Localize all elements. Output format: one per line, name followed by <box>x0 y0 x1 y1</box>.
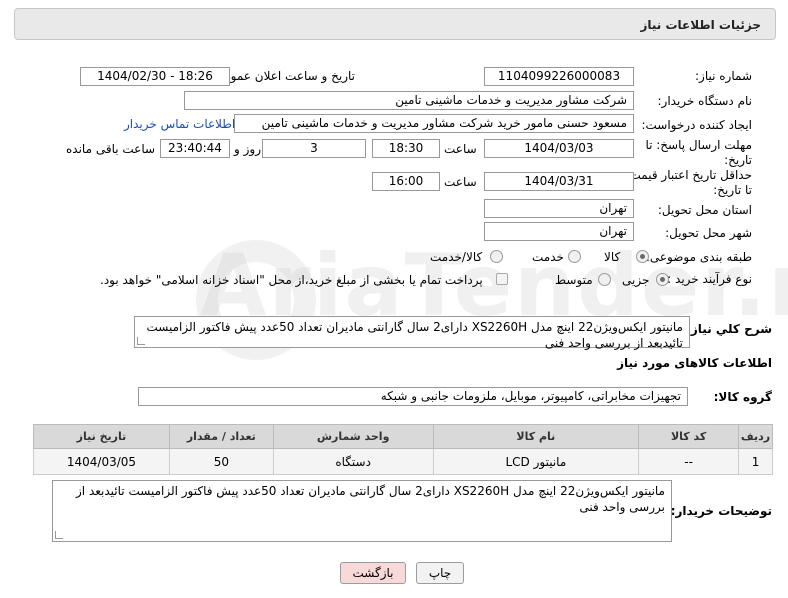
cell-item-code: -- <box>638 448 740 475</box>
description-text: مانیتور ایکس‌ویژن22 اینچ مدل XS2260H دار… <box>146 320 683 350</box>
buyer-org-label: نام دستگاه خریدار: <box>657 94 753 108</box>
col-header-unit: واحد شمارش <box>272 424 434 449</box>
category-radio-service[interactable] <box>568 250 581 263</box>
resize-handle-icon[interactable] <box>137 337 145 345</box>
contact-info-link[interactable]: اطلاعات تماس خریدار <box>124 117 235 131</box>
need-number-field: 1104099226000083 <box>484 67 634 86</box>
buyer-org-field: شرکت مشاور مدیریت و خدمات ماشینی تامین <box>184 91 634 110</box>
cell-item-name: مانیتور LCD <box>432 448 640 475</box>
description-textarea[interactable]: مانیتور ایکس‌ویژن22 اینچ مدل XS2260H دار… <box>134 316 690 350</box>
need-number-label: شماره نیاز: <box>695 69 752 83</box>
announce-field: 1404/02/30 - 18:26 <box>80 67 230 86</box>
buyer-notes-textarea[interactable]: مانیتور ایکس‌ویژن22 اینچ مدل XS2260H دار… <box>52 480 672 542</box>
resize-handle-icon[interactable] <box>55 531 63 539</box>
price-validity-time-label: ساعت <box>444 175 477 189</box>
treasury-payment-note: پرداخت تمام یا بخشی از مبلغ خرید،از محل … <box>100 273 483 287</box>
buyer-notes-text: مانیتور ایکس‌ویژن22 اینچ مدل XS2260H دار… <box>76 484 665 514</box>
requester-field: مسعود حسنی مامور خرید شرکت مشاور مدیریت … <box>234 114 634 133</box>
cell-quantity: 50 <box>168 448 274 475</box>
col-header-item-name: نام کالا <box>432 424 640 449</box>
category-option-service: خدمت <box>532 250 564 264</box>
buyer-notes-label: توضیحات خریدار: <box>670 504 772 518</box>
announce-label: تاریخ و ساعت اعلان عمومی: <box>210 69 355 83</box>
city-field: تهران <box>484 222 634 241</box>
col-header-item-code: کد کالا <box>638 424 740 449</box>
category-option-goods: کالا <box>604 250 621 264</box>
days-field: 3 <box>262 139 366 158</box>
remaining-time-field: 23:40:44 <box>160 139 230 158</box>
col-header-quantity: تعداد / مقدار <box>168 424 274 449</box>
header-panel: جزئیات اطلاعات نیاز <box>14 8 776 40</box>
description-label: شرح کلي نياز: <box>686 322 772 336</box>
deadline-time-label: ساعت <box>444 142 477 156</box>
price-validity-label: حداقل تاریخ اعتبار قیمت: تا تاریخ: <box>625 168 752 197</box>
category-option-goods-service: کالا/خدمت <box>430 250 483 264</box>
days-label: روز و <box>234 142 261 156</box>
goods-group-field: تجهیزات مخابراتی، کامپیوتر، موبایل، ملزو… <box>138 387 688 406</box>
price-validity-time-field: 16:00 <box>372 172 440 191</box>
deadline-label: مهلت ارسال پاسخ: تا تاریخ: <box>645 138 752 167</box>
goods-table: ردیف کد کالا نام کالا واحد شمارش تعداد /… <box>33 424 773 475</box>
table-header-row: ردیف کد کالا نام کالا واحد شمارش تعداد /… <box>33 424 773 449</box>
page-title: جزئیات اطلاعات نیاز <box>640 18 761 32</box>
deadline-time-field: 18:30 <box>372 139 440 158</box>
category-label: طبقه بندی موضوعی: <box>645 250 752 264</box>
print-button[interactable]: چاپ <box>416 562 464 584</box>
table-row: 1 -- مانیتور LCD دستگاه 50 1404/03/05 <box>33 448 773 475</box>
process-option-minor: جزیی <box>622 273 650 287</box>
province-field: تهران <box>484 199 634 218</box>
category-radio-goods[interactable] <box>636 250 649 263</box>
cell-unit: دستگاه <box>272 448 434 475</box>
price-validity-date-field: 1404/03/31 <box>484 172 634 191</box>
col-header-row-number: ردیف <box>738 424 773 449</box>
goods-group-label: گروه کالا: <box>713 390 772 404</box>
cell-need-date: 1404/03/05 <box>33 448 170 475</box>
remaining-time-label: ساعت باقی مانده <box>66 142 156 156</box>
process-option-medium: متوسط <box>555 273 593 287</box>
province-label: استان محل تحویل: <box>657 203 752 217</box>
back-button[interactable]: بازگشت <box>340 562 406 584</box>
treasury-payment-checkbox[interactable] <box>496 273 508 285</box>
process-radio-medium[interactable] <box>598 273 611 286</box>
process-label: نوع فرآیند خرید : <box>667 272 752 286</box>
category-radio-goods-service[interactable] <box>490 250 503 263</box>
requester-label: ایجاد کننده درخواست: <box>641 118 752 132</box>
process-radio-minor[interactable] <box>656 273 669 286</box>
city-label: شهر محل تحویل: <box>665 226 752 240</box>
col-header-need-date: تاریخ نیاز <box>33 424 170 449</box>
cell-row-number: 1 <box>738 448 773 475</box>
goods-section-title: اطلاعات کالاهای مورد نیاز <box>617 356 772 370</box>
deadline-date-field: 1404/03/03 <box>484 139 634 158</box>
